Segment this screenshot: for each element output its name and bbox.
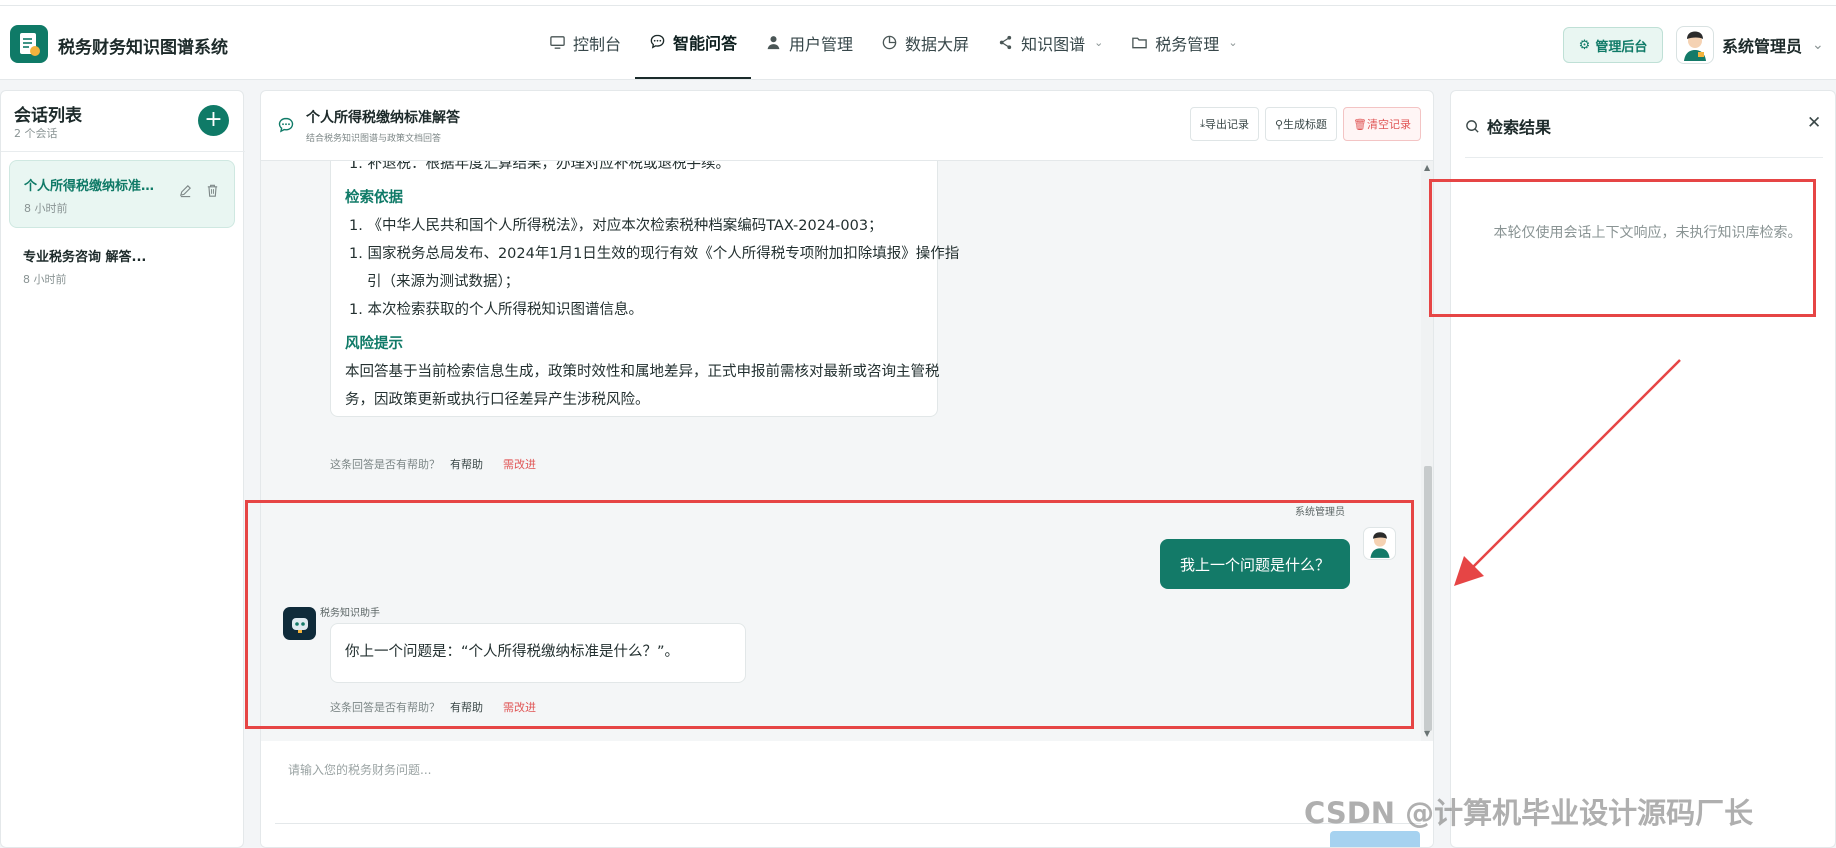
watermark: CSDN @计算机毕业设计源码厂长 [1304, 796, 1754, 830]
annotation-arrow [1454, 359, 1681, 586]
